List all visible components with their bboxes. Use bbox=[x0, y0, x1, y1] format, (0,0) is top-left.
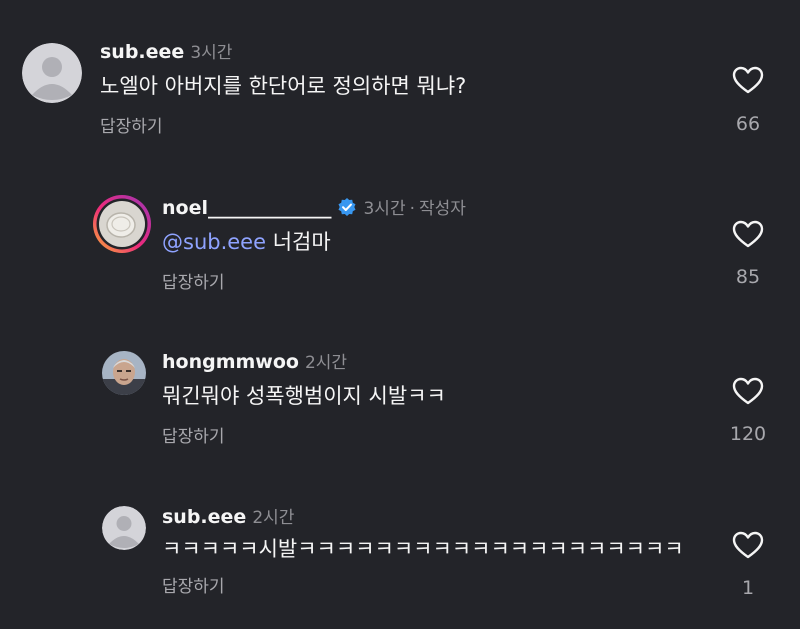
comment-text: ㅋㅋㅋㅋㅋ시발ㅋㅋㅋㅋㅋㅋㅋㅋㅋㅋㅋㅋㅋㅋㅋㅋㅋㅋㅋㅋ bbox=[162, 537, 684, 561]
default-avatar-icon[interactable] bbox=[22, 43, 82, 103]
reply-button[interactable]: 답장하기 bbox=[100, 116, 163, 138]
reply-button[interactable]: 답장하기 bbox=[162, 576, 225, 598]
heart-outline-icon[interactable] bbox=[732, 66, 764, 94]
comment-text: @sub.eee 너검마 bbox=[162, 228, 331, 256]
reply-button[interactable]: 답장하기 bbox=[162, 272, 225, 294]
comment-time: 2시간 bbox=[252, 508, 295, 528]
author-badge: 작성자 bbox=[419, 199, 466, 219]
like-count: 85 bbox=[735, 266, 761, 288]
comment-time: 3시간 bbox=[363, 199, 406, 219]
avatar[interactable] bbox=[92, 194, 152, 254]
default-avatar-icon[interactable] bbox=[102, 506, 146, 550]
heart-outline-icon[interactable] bbox=[732, 220, 764, 248]
comment-text: 노엘아 아버지를 한단어로 정의하면 뭐냐? bbox=[100, 74, 467, 98]
heart-outline-icon[interactable] bbox=[732, 377, 764, 405]
comment-username[interactable]: sub.eee bbox=[162, 506, 246, 528]
like-count: 1 bbox=[741, 577, 755, 599]
comment-username[interactable]: sub.eee bbox=[100, 41, 184, 63]
comment-text: 뭐긴뭐야 성폭행범이지 시발ㅋㅋ bbox=[162, 384, 446, 408]
comment-username[interactable]: noel_____________ bbox=[162, 197, 331, 219]
like-count: 120 bbox=[729, 423, 767, 445]
comment-time: 2시간 bbox=[304, 353, 348, 373]
heart-outline-icon[interactable] bbox=[732, 531, 764, 559]
like-count: 66 bbox=[735, 113, 761, 135]
reply-button[interactable]: 답장하기 bbox=[162, 426, 225, 448]
comment-username[interactable]: hongmmwoo bbox=[162, 351, 299, 373]
avatar[interactable] bbox=[102, 351, 146, 395]
comment-time: 3시간 bbox=[190, 43, 233, 63]
comment-text-content: 너검마 bbox=[272, 230, 331, 254]
mention-link[interactable]: @sub.eee bbox=[162, 230, 266, 254]
meta-separator: · bbox=[409, 199, 415, 219]
verified-badge-icon bbox=[337, 197, 357, 223]
